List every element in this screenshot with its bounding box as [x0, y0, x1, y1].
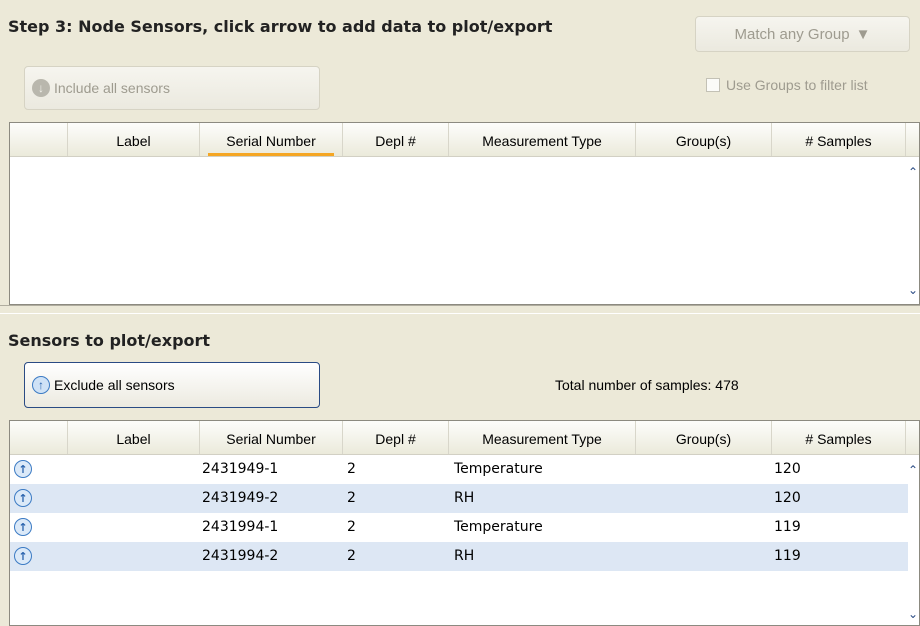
use-groups-checkbox[interactable]: [706, 78, 720, 92]
node-sensors-panel: Step 3: Node Sensors, click arrow to add…: [0, 0, 920, 305]
step-title: Step 3: Node Sensors, click arrow to add…: [8, 17, 553, 36]
cell-serial: 2431949-2: [202, 490, 279, 506]
include-all-label: Include all sensors: [54, 80, 170, 96]
column-header-serial-number[interactable]: Serial Number: [200, 421, 343, 454]
column-header-samples[interactable]: # Samples: [772, 123, 906, 156]
cell-samples: 119: [774, 519, 801, 535]
column-header-arrow[interactable]: [10, 421, 68, 454]
column-header-arrow[interactable]: [10, 123, 68, 156]
table-row[interactable]: ↑ 2431994-2 2 RH 119: [10, 542, 908, 571]
up-arrow-circle-icon: ↑: [32, 376, 50, 394]
sensors-to-plot-table: Label Serial Number Depl # Measurement T…: [9, 420, 920, 626]
table-header: Label Serial Number Depl # Measurement T…: [10, 421, 919, 455]
cell-type: Temperature: [454, 461, 543, 477]
sensors-to-plot-panel: Sensors to plot/export ↑ Exclude all sen…: [0, 314, 920, 626]
use-groups-filter-option[interactable]: Use Groups to filter list: [706, 77, 868, 93]
move-up-arrow-icon[interactable]: ↑: [14, 489, 32, 507]
chevron-down-icon: ▼: [855, 25, 871, 43]
column-header-depl[interactable]: Depl #: [343, 421, 449, 454]
column-header-samples[interactable]: # Samples: [772, 421, 906, 454]
cell-type: RH: [454, 548, 475, 564]
cell-serial: 2431949-1: [202, 461, 279, 477]
cell-type: Temperature: [454, 519, 543, 535]
cell-depl: 2: [347, 461, 356, 477]
total-samples-value: 478: [715, 377, 739, 393]
move-up-arrow-icon[interactable]: ↑: [14, 518, 32, 536]
cell-depl: 2: [347, 519, 356, 535]
cell-samples: 120: [774, 490, 801, 506]
total-samples-label: Total number of samples:: [555, 377, 712, 393]
total-samples: Total number of samples: 478: [555, 377, 739, 393]
column-header-groups[interactable]: Group(s): [636, 123, 772, 156]
exclude-all-sensors-button[interactable]: ↑ Exclude all sensors: [24, 362, 320, 408]
column-header-label[interactable]: Label: [68, 421, 200, 454]
table-row[interactable]: ↑ 2431994-1 2 Temperature 119: [10, 513, 908, 542]
table-header: Label Serial Number Depl # Measurement T…: [10, 123, 919, 157]
cell-samples: 119: [774, 548, 801, 564]
table-row[interactable]: ↑ 2431949-1 2 Temperature 120: [10, 455, 908, 484]
match-group-label: Match any Group: [734, 25, 850, 43]
column-header-depl[interactable]: Depl #: [343, 123, 449, 156]
table-row[interactable]: ↑ 2431949-2 2 RH 120: [10, 484, 908, 513]
cell-depl: 2: [347, 490, 356, 506]
cell-depl: 2: [347, 548, 356, 564]
match-group-dropdown[interactable]: Match any Group ▼: [695, 16, 910, 52]
move-up-arrow-icon[interactable]: ↑: [14, 547, 32, 565]
use-groups-label: Use Groups to filter list: [726, 77, 868, 93]
column-header-measurement-type[interactable]: Measurement Type: [449, 123, 636, 156]
cell-serial: 2431994-2: [202, 548, 279, 564]
down-arrow-circle-icon: ↓: [32, 79, 50, 97]
include-all-sensors-button[interactable]: ↓ Include all sensors: [24, 66, 320, 110]
cell-type: RH: [454, 490, 475, 506]
column-header-label[interactable]: Label: [68, 123, 200, 156]
section-title: Sensors to plot/export: [8, 331, 211, 350]
exclude-all-label: Exclude all sensors: [54, 377, 175, 393]
scroll-down-icon[interactable]: ⌄: [907, 605, 919, 623]
cell-serial: 2431994-1: [202, 519, 279, 535]
move-up-arrow-icon[interactable]: ↑: [14, 460, 32, 478]
panel-splitter[interactable]: [0, 305, 920, 314]
node-sensors-table: Label Serial Number Depl # Measurement T…: [9, 122, 920, 305]
column-header-groups[interactable]: Group(s): [636, 421, 772, 454]
column-header-serial-number[interactable]: Serial Number: [200, 123, 343, 156]
cell-samples: 120: [774, 461, 801, 477]
scroll-up-icon[interactable]: ⌃: [907, 163, 919, 181]
scroll-up-icon[interactable]: ⌃: [907, 461, 919, 479]
column-header-measurement-type[interactable]: Measurement Type: [449, 421, 636, 454]
scroll-down-icon[interactable]: ⌄: [907, 281, 919, 299]
